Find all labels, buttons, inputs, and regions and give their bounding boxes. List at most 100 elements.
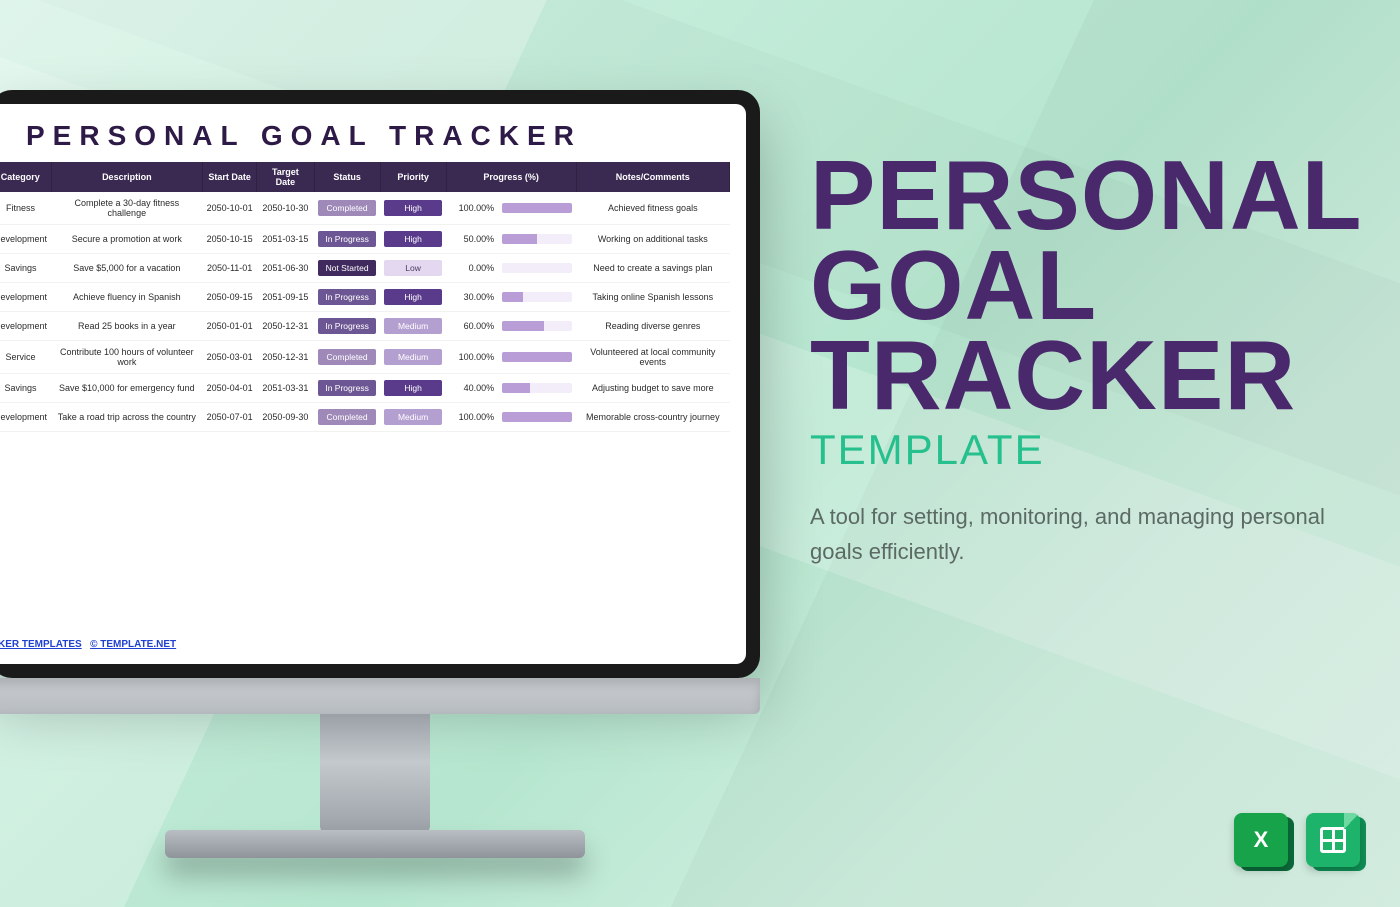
col-notes: Notes/Comments (576, 162, 729, 192)
cell-status: In Progress (314, 283, 380, 312)
progress-bar (502, 292, 572, 302)
cell-priority: Low (380, 254, 446, 283)
cell-priority: High (380, 283, 446, 312)
cell-start-date: 2050-10-01 (203, 192, 257, 225)
table-row: DevelopmentTake a road trip across the c… (0, 403, 730, 432)
cell-progress-bar (498, 312, 576, 341)
cell-start-date: 2050-07-01 (203, 403, 257, 432)
status-badge: Completed (318, 200, 376, 216)
format-icons: X (1234, 813, 1360, 867)
status-badge: In Progress (318, 231, 376, 247)
cell-start-date: 2050-10-15 (203, 225, 257, 254)
progress-bar (502, 234, 572, 244)
tracker-templates-link[interactable]: KER TEMPLATES (0, 639, 82, 650)
cell-priority: High (380, 192, 446, 225)
cell-description: Contribute 100 hours of volunteer work (51, 341, 203, 374)
table-row: DevelopmentAchieve fluency in Spanish205… (0, 283, 730, 312)
progress-bar (502, 263, 572, 273)
progress-value: 100.00% (450, 203, 494, 213)
col-progress: Progress (%) (446, 162, 576, 192)
status-badge: In Progress (318, 380, 376, 396)
cell-progress-bar (498, 403, 576, 432)
cell-category: Savings (0, 254, 51, 283)
priority-badge: High (384, 200, 442, 216)
priority-badge: Medium (384, 318, 442, 334)
cell-progress-bar (498, 192, 576, 225)
google-sheets-icon (1306, 813, 1360, 867)
progress-value: 50.00% (450, 234, 494, 244)
priority-badge: High (384, 289, 442, 305)
cell-description: Complete a 30-day fitness challenge (51, 192, 203, 225)
cell-status: In Progress (314, 374, 380, 403)
cell-description: Take a road trip across the country (51, 403, 203, 432)
cell-progress-bar (498, 283, 576, 312)
excel-glyph: X (1234, 813, 1288, 867)
cell-description: Secure a promotion at work (51, 225, 203, 254)
cell-description: Read 25 books in a year (51, 312, 203, 341)
spreadsheet-screen: PERSONAL GOAL TRACKER Category Descripti… (0, 104, 746, 664)
table-row: DevelopmentSecure a promotion at work205… (0, 225, 730, 254)
cell-progress-pct: 60.00% (446, 312, 498, 341)
col-category: Category (0, 162, 51, 192)
cell-category: Development (0, 225, 51, 254)
progress-bar (502, 383, 572, 393)
cell-notes: Memorable cross-country journey (576, 403, 729, 432)
monitor-chin (0, 678, 760, 714)
cell-progress-pct: 40.00% (446, 374, 498, 403)
cell-category: Service (0, 341, 51, 374)
cell-progress-bar (498, 225, 576, 254)
goal-tracker-table: Category Description Start Date Target D… (0, 162, 730, 432)
col-description: Description (51, 162, 203, 192)
progress-bar (502, 321, 572, 331)
cell-status: In Progress (314, 225, 380, 254)
status-badge: In Progress (318, 289, 376, 305)
col-start-date: Start Date (203, 162, 257, 192)
table-row: SavingsSave $10,000 for emergency fund20… (0, 374, 730, 403)
priority-badge: High (384, 380, 442, 396)
cell-notes: Reading diverse genres (576, 312, 729, 341)
progress-value: 30.00% (450, 292, 494, 302)
cell-start-date: 2050-09-15 (203, 283, 257, 312)
cell-priority: Medium (380, 312, 446, 341)
hero-heading: PERSONAL GOAL TRACKER (810, 150, 1350, 420)
cell-target-date: 2050-10-30 (257, 192, 314, 225)
progress-bar (502, 203, 572, 213)
cell-progress-pct: 100.00% (446, 341, 498, 374)
priority-badge: Medium (384, 349, 442, 365)
progress-value: 60.00% (450, 321, 494, 331)
cell-notes: Working on additional tasks (576, 225, 729, 254)
cell-progress-pct: 100.00% (446, 192, 498, 225)
hero-copy: PERSONAL GOAL TRACKER TEMPLATE A tool fo… (810, 150, 1350, 569)
cell-priority: High (380, 374, 446, 403)
progress-value: 40.00% (450, 383, 494, 393)
cell-category: Development (0, 283, 51, 312)
cell-category: Savings (0, 374, 51, 403)
cell-start-date: 2050-03-01 (203, 341, 257, 374)
cell-target-date: 2050-12-31 (257, 341, 314, 374)
cell-target-date: 2050-09-30 (257, 403, 314, 432)
cell-notes: Achieved fitness goals (576, 192, 729, 225)
cell-priority: High (380, 225, 446, 254)
progress-value: 0.00% (450, 263, 494, 273)
cell-progress-pct: 50.00% (446, 225, 498, 254)
progress-bar (502, 412, 572, 422)
status-badge: Not Started (318, 260, 376, 276)
cell-description: Save $10,000 for emergency fund (51, 374, 203, 403)
table-row: FitnessComplete a 30-day fitness challen… (0, 192, 730, 225)
screen-bezel: PERSONAL GOAL TRACKER Category Descripti… (0, 90, 760, 678)
cell-start-date: 2050-11-01 (203, 254, 257, 283)
priority-badge: High (384, 231, 442, 247)
monitor-mockup: PERSONAL GOAL TRACKER Category Descripti… (0, 90, 760, 858)
cell-notes: Volunteered at local community events (576, 341, 729, 374)
cell-progress-bar (498, 254, 576, 283)
priority-badge: Medium (384, 409, 442, 425)
cell-notes: Taking online Spanish lessons (576, 283, 729, 312)
template-net-link[interactable]: © TEMPLATE.NET (90, 639, 176, 650)
progress-bar (502, 352, 572, 362)
cell-description: Achieve fluency in Spanish (51, 283, 203, 312)
table-row: SavingsSave $5,000 for a vacation2050-11… (0, 254, 730, 283)
status-badge: In Progress (318, 318, 376, 334)
footer-links: KER TEMPLATES © TEMPLATE.NET (0, 639, 176, 650)
cell-category: Development (0, 403, 51, 432)
table-body: FitnessComplete a 30-day fitness challen… (0, 192, 730, 432)
